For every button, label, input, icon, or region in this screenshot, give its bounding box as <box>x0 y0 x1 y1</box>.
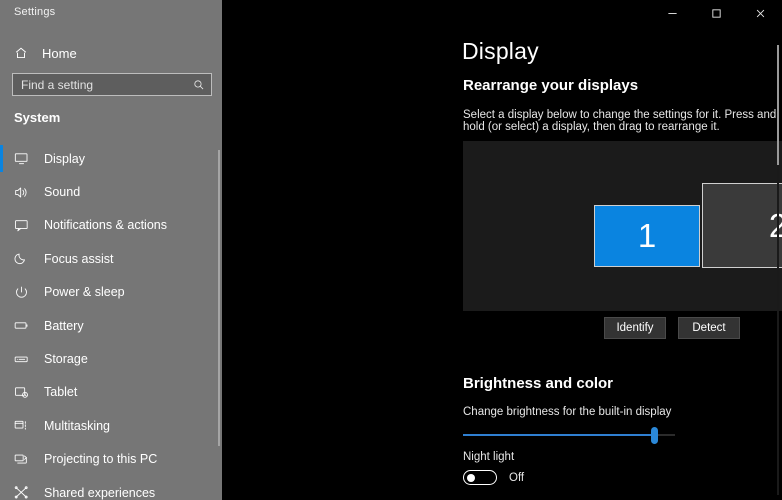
sidebar-item-sound[interactable]: Sound <box>0 175 222 208</box>
maximize-button[interactable] <box>694 0 738 26</box>
night-light-toggle[interactable] <box>463 470 497 485</box>
brightness-slider-fill <box>463 434 656 436</box>
search-input[interactable] <box>13 74 187 95</box>
sidebar: Settings Home System Display Sound Notific… <box>0 0 222 500</box>
rearrange-description: Select a display below to change the set… <box>463 109 777 133</box>
sidebar-nav-list: Display Sound Notifications & actions Focus… <box>0 142 222 500</box>
sidebar-item-focus-assist[interactable]: Focus assist <box>0 242 222 275</box>
sidebar-item-battery[interactable]: Battery <box>0 309 222 342</box>
battery-icon <box>14 318 38 334</box>
brightness-slider-thumb[interactable] <box>651 427 658 444</box>
sidebar-item-accent <box>0 345 3 372</box>
sidebar-group-label: System <box>14 110 61 125</box>
close-button[interactable] <box>738 0 782 26</box>
app-title: Settings <box>14 6 56 18</box>
sidebar-item-accent <box>0 379 3 406</box>
sidebar-item-label: Notifications & actions <box>44 218 167 233</box>
sidebar-item-accent <box>0 145 3 173</box>
sidebar-item-home[interactable]: Home <box>0 40 222 66</box>
window-controls <box>650 0 782 26</box>
settings-window: Settings Home System Display Sound Notific… <box>0 0 782 500</box>
projecting-icon <box>14 451 38 467</box>
sidebar-scrollbar[interactable] <box>218 150 220 446</box>
sidebar-item-display[interactable]: Display <box>0 142 222 175</box>
sidebar-item-storage[interactable]: Storage <box>0 342 222 375</box>
sidebar-item-accent <box>0 479 3 500</box>
sidebar-item-multitasking[interactable]: Multitasking <box>0 409 222 442</box>
main-scrollbar-thumb[interactable] <box>777 45 779 165</box>
sidebar-item-accent <box>0 312 3 339</box>
page-title: Display <box>462 38 539 64</box>
speaker-icon <box>14 184 38 200</box>
sidebar-item-label: Focus assist <box>44 251 114 266</box>
sidebar-item-accent <box>0 446 3 473</box>
display-monitor-1[interactable]: 1 <box>594 205 700 267</box>
minimize-button[interactable] <box>650 0 694 26</box>
sidebar-item-label: Shared experiences <box>44 485 156 500</box>
search-icon[interactable] <box>187 79 211 91</box>
sidebar-item-accent <box>0 212 3 239</box>
sidebar-item-label: Tablet <box>44 385 78 400</box>
sidebar-item-notifications-actions[interactable]: Notifications & actions <box>0 209 222 242</box>
sidebar-item-power-sleep[interactable]: Power & sleep <box>0 276 222 309</box>
sidebar-home-label: Home <box>42 45 77 61</box>
brightness-label: Change brightness for the built-in displ… <box>463 406 672 418</box>
monitor-icon <box>14 151 38 167</box>
multitasking-icon <box>14 418 38 434</box>
sidebar-item-accent <box>0 412 3 439</box>
brightness-slider[interactable] <box>463 425 675 445</box>
home-icon <box>14 46 36 60</box>
identify-button[interactable]: Identify <box>604 317 666 339</box>
share-icon <box>14 485 38 500</box>
display-monitor-1-number: 1 <box>637 217 657 254</box>
sidebar-item-label: Display <box>44 151 85 166</box>
search-box[interactable] <box>12 73 212 96</box>
main-content: Display Rearrange your displays Select a… <box>222 0 782 500</box>
sidebar-item-label: Multitasking <box>44 418 110 433</box>
sidebar-item-tablet[interactable]: Tablet <box>0 376 222 409</box>
brightness-and-color-heading: Brightness and color <box>463 375 614 392</box>
sidebar-item-accent <box>0 178 3 205</box>
night-light-toggle-knob <box>467 474 475 482</box>
night-light-label: Night light <box>463 451 515 463</box>
sidebar-item-accent <box>0 245 3 272</box>
display-arrangement-canvas[interactable]: 1 2 <box>463 141 782 311</box>
rearrange-heading: Rearrange your displays <box>463 77 639 94</box>
sidebar-item-label: Projecting to this PC <box>44 452 158 467</box>
power-icon <box>14 284 38 300</box>
sidebar-item-projecting-to-this-pc[interactable]: Projecting to this PC <box>0 443 222 476</box>
display-monitor-2[interactable]: 2 <box>702 183 782 268</box>
detect-button[interactable]: Detect <box>678 317 740 339</box>
storage-icon <box>14 351 38 367</box>
night-light-row: Off <box>463 470 524 485</box>
sidebar-item-accent <box>0 279 3 306</box>
moon-icon <box>14 251 38 267</box>
sidebar-item-shared-experiences[interactable]: Shared experiences <box>0 476 222 500</box>
sidebar-item-label: Storage <box>44 352 88 367</box>
sidebar-item-label: Battery <box>44 318 84 333</box>
tablet-icon <box>14 384 38 400</box>
display-monitor-2-number: 2 <box>768 206 782 244</box>
chat-icon <box>14 217 38 233</box>
sidebar-item-label: Sound <box>44 185 81 200</box>
sidebar-item-label: Power & sleep <box>44 285 125 300</box>
night-light-state: Off <box>509 471 525 484</box>
